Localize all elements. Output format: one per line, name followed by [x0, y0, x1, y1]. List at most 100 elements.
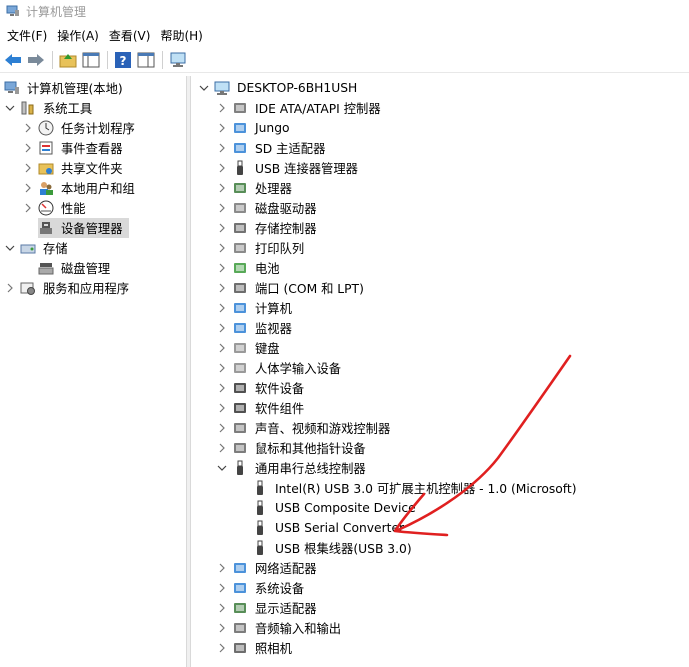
chevron-right-icon[interactable]	[216, 122, 228, 134]
chevron-right-icon[interactable]	[216, 362, 228, 374]
chevron-down-icon[interactable]	[4, 102, 16, 114]
chevron-right-icon[interactable]	[216, 202, 228, 214]
usb-device-serial[interactable]: USB Serial Converter	[252, 518, 406, 538]
chevron-down-icon[interactable]	[216, 462, 228, 474]
device-category-battery[interactable]: 电池	[216, 258, 282, 278]
tree-item-disk-management[interactable]: 磁盘管理	[38, 258, 112, 278]
chevron-right-icon[interactable]	[216, 582, 228, 594]
device-category-hid[interactable]: 人体学输入设备	[216, 358, 343, 378]
chevron-right-icon[interactable]	[216, 222, 228, 234]
chevron-right-icon[interactable]	[22, 162, 34, 174]
chevron-right-icon[interactable]	[216, 402, 228, 414]
usb-icon	[252, 500, 268, 516]
chevron-right-icon[interactable]	[216, 322, 228, 334]
device-category-software-devices[interactable]: 软件设备	[216, 378, 306, 398]
tree-item-label: 磁盘管理	[61, 262, 111, 276]
device-category-camera[interactable]: 照相机	[216, 638, 294, 658]
device-tree-root[interactable]: DESKTOP-6BH1USH	[198, 78, 359, 98]
chevron-down-icon[interactable]	[198, 82, 210, 94]
pane-splitter[interactable]	[187, 76, 191, 667]
device-category-sound[interactable]: 声音、视频和游戏控制器	[216, 418, 392, 438]
tree-item-label: Intel(R) USB 3.0 可扩展主机控制器 - 1.0 (Microso…	[275, 482, 577, 496]
tree-item-label: 事件查看器	[61, 142, 123, 156]
device-category-audio-io[interactable]: 音频输入和输出	[216, 618, 343, 638]
menu-view[interactable]: 查看(V)	[104, 25, 156, 46]
device-category-disk-drives[interactable]: 磁盘驱动器	[216, 198, 319, 218]
chevron-right-icon[interactable]	[4, 282, 16, 294]
chevron-right-icon[interactable]	[216, 342, 228, 354]
chevron-right-icon[interactable]	[22, 142, 34, 154]
tree-item-device-manager[interactable]: 设备管理器	[38, 218, 129, 238]
device-category-system-devices[interactable]: 系统设备	[216, 578, 306, 598]
scan-hardware-button[interactable]	[167, 49, 189, 71]
chevron-right-icon[interactable]	[216, 262, 228, 274]
up-folder-button[interactable]	[57, 49, 79, 71]
chevron-right-icon[interactable]	[216, 102, 228, 114]
tree-item-computer-management[interactable]: 计算机管理(本地)	[4, 78, 125, 98]
help-button[interactable]: ?	[112, 49, 134, 71]
chevron-right-icon[interactable]	[216, 562, 228, 574]
toolbar-separator	[162, 50, 163, 69]
menu-help[interactable]: 帮助(H)	[155, 25, 207, 46]
tree-item-task-scheduler[interactable]: 任务计划程序	[22, 118, 137, 138]
chevron-right-icon[interactable]	[216, 602, 228, 614]
tree-item-services-apps[interactable]: 服务和应用程序	[4, 278, 131, 298]
device-category-usb-bus[interactable]: 通用串行总线控制器	[216, 458, 368, 478]
tree-item-label: 处理器	[255, 182, 292, 196]
chevron-right-icon[interactable]	[216, 382, 228, 394]
menu-action[interactable]: 操作(A)	[52, 25, 104, 46]
network-adapter-icon	[232, 560, 248, 576]
chevron-right-icon[interactable]	[216, 182, 228, 194]
tree-item-label: 计算机管理(本地)	[27, 82, 123, 96]
show-action-pane-button[interactable]	[135, 49, 157, 71]
chevron-right-icon[interactable]	[22, 122, 34, 134]
forward-button[interactable]	[25, 49, 47, 71]
menu-file[interactable]: 文件(F)	[2, 25, 52, 46]
chevron-right-icon[interactable]	[216, 142, 228, 154]
chevron-right-icon[interactable]	[216, 622, 228, 634]
device-category-processor[interactable]: 处理器	[216, 178, 294, 198]
device-category-sd[interactable]: SD 主适配器	[216, 138, 327, 158]
chevron-right-icon[interactable]	[216, 282, 228, 294]
tree-item-shared-folders[interactable]: 共享文件夹	[22, 158, 125, 178]
computer-management-icon	[6, 5, 19, 16]
sd-adapter-icon	[232, 140, 248, 156]
chevron-right-icon[interactable]	[216, 242, 228, 254]
device-category-keyboard[interactable]: 键盘	[216, 338, 282, 358]
device-category-computer[interactable]: 计算机	[216, 298, 294, 318]
tree-item-label: USB Composite Device	[275, 501, 416, 515]
chevron-right-icon[interactable]	[216, 302, 228, 314]
console-tree-pane: 计算机管理(本地) 系统工具 任务计划程序 事件查看器 共享文件夹 本地用户和组…	[0, 76, 187, 667]
tree-item-label: 存储	[43, 242, 68, 256]
show-hide-tree-button[interactable]	[80, 49, 102, 71]
usb-device-composite[interactable]: USB Composite Device	[252, 498, 418, 518]
device-category-mice[interactable]: 鼠标和其他指针设备	[216, 438, 368, 458]
tree-item-label: 打印队列	[255, 242, 305, 256]
back-button[interactable]	[2, 49, 24, 71]
tree-item-event-viewer[interactable]: 事件查看器	[22, 138, 125, 158]
device-category-storage-ctrl[interactable]: 存储控制器	[216, 218, 319, 238]
chevron-right-icon[interactable]	[216, 642, 228, 654]
device-category-print-queue[interactable]: 打印队列	[216, 238, 306, 258]
device-category-display[interactable]: 显示适配器	[216, 598, 319, 618]
device-category-ide[interactable]: IDE ATA/ATAPI 控制器	[216, 98, 383, 118]
chevron-right-icon[interactable]	[22, 182, 34, 194]
device-category-network[interactable]: 网络适配器	[216, 558, 319, 578]
tree-item-local-users[interactable]: 本地用户和组	[22, 178, 137, 198]
tree-item-performance[interactable]: 性能	[22, 198, 88, 218]
tree-item-system-tools[interactable]: 系统工具	[4, 98, 94, 118]
chevron-right-icon[interactable]	[216, 162, 228, 174]
chevron-right-icon[interactable]	[22, 202, 34, 214]
tree-item-storage[interactable]: 存储	[4, 238, 70, 258]
usb-device-intel[interactable]: Intel(R) USB 3.0 可扩展主机控制器 - 1.0 (Microso…	[252, 478, 579, 498]
device-category-monitor[interactable]: 监视器	[216, 318, 294, 338]
device-category-jungo[interactable]: Jungo	[216, 118, 292, 138]
device-category-ports[interactable]: 端口 (COM 和 LPT)	[216, 278, 366, 298]
chevron-down-icon[interactable]	[4, 242, 16, 254]
tree-item-label: 本地用户和组	[61, 182, 135, 196]
device-category-usb-connector[interactable]: USB 连接器管理器	[216, 158, 360, 178]
device-category-software-components[interactable]: 软件组件	[216, 398, 306, 418]
usb-device-root-hub[interactable]: USB 根集线器(USB 3.0)	[252, 538, 414, 558]
chevron-right-icon[interactable]	[216, 422, 228, 434]
chevron-right-icon[interactable]	[216, 442, 228, 454]
